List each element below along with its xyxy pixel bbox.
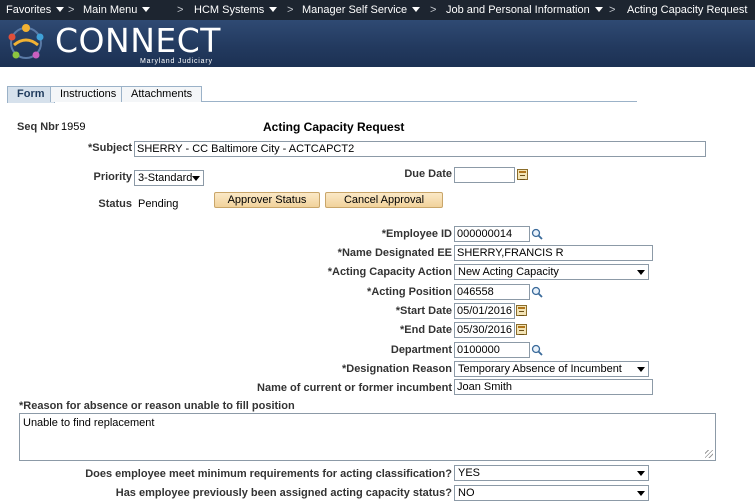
start-date-input[interactable]: 05/01/2016 — [454, 303, 515, 319]
search-icon[interactable] — [531, 344, 543, 356]
end-date-input[interactable]: 05/30/2016 — [454, 322, 515, 338]
nav-hcm-systems[interactable]: HCM Systems — [194, 0, 278, 20]
subject-input[interactable]: SHERRY - CC Baltimore City - ACTCAPCT2 — [134, 141, 706, 157]
tab-attachments[interactable]: Attachments — [121, 86, 203, 102]
chevron-down-icon — [412, 7, 421, 12]
nav-main-menu[interactable]: Main Menu — [83, 0, 151, 20]
status-value: Pending — [138, 198, 179, 210]
employee-id-input[interactable]: 000000014 — [454, 226, 530, 242]
due-date-input[interactable] — [454, 167, 515, 183]
designation-reason-select-value: Temporary Absence of Incumbent — [458, 363, 622, 375]
priority-select[interactable]: 3-Standard — [134, 170, 204, 186]
chevron-down-icon — [56, 7, 65, 12]
designation-reason-select[interactable]: Temporary Absence of Incumbent — [454, 361, 649, 377]
tab-form-label: Form — [17, 88, 45, 100]
calendar-icon[interactable] — [517, 169, 528, 180]
seq-nbr-label: Seq Nbr — [17, 121, 60, 133]
approver-status-button[interactable]: Approver Status — [214, 192, 320, 208]
name-designated-label: *Name Designated EE — [337, 247, 452, 259]
resize-grip-icon[interactable] — [705, 450, 713, 458]
calendar-icon[interactable] — [516, 324, 527, 335]
search-icon[interactable] — [531, 228, 543, 240]
top-navigation-bar: Favorites > Main Menu > HCM Systems > Ma… — [0, 0, 755, 20]
acting-action-select[interactable]: New Acting Capacity — [454, 264, 649, 280]
priority-select-value: 3-Standard — [138, 172, 193, 184]
prev-assigned-select[interactable]: NO — [454, 485, 649, 501]
acting-action-label: *Acting Capacity Action — [327, 266, 452, 278]
logo-text: CONNECT — [55, 21, 221, 60]
due-date-label: Due Date — [404, 168, 452, 180]
nav-acting-capacity-request[interactable]: Acting Capacity Request — [627, 0, 747, 20]
chevron-down-icon — [637, 367, 645, 372]
incumbent-label: Name of current or former incumbent — [257, 382, 452, 394]
acting-position-label: *Acting Position — [367, 286, 452, 298]
tab-bar: Form Instructions Attachments — [7, 86, 637, 103]
department-input[interactable]: 0100000 — [454, 342, 530, 358]
cancel-approval-button[interactable]: Cancel Approval — [325, 192, 443, 208]
nav-job-personal-info[interactable]: Job and Personal Information — [446, 0, 603, 20]
header-banner: CONNECT Maryland Judiciary — [0, 20, 755, 67]
prev-assigned-select-value: NO — [458, 487, 475, 499]
acting-position-input[interactable]: 046558 — [454, 284, 530, 300]
priority-label: Priority — [93, 171, 132, 183]
min-req-select[interactable]: YES — [454, 465, 649, 481]
reason-absence-label: *Reason for absence or reason unable to … — [19, 400, 295, 412]
chevron-down-icon — [637, 471, 645, 476]
status-label: Status — [98, 198, 132, 210]
breadcrumb-separator: > — [609, 4, 616, 16]
employee-id-label: *Employee ID — [381, 228, 452, 240]
connect-logo-icon — [8, 24, 44, 59]
seq-nbr-value: 1959 — [61, 121, 86, 133]
chevron-down-icon — [192, 176, 200, 181]
prev-assigned-label: Has employee previously been assigned ac… — [115, 487, 452, 499]
nav-job-personal-info-label: Job and Personal Information — [446, 4, 590, 16]
nav-main-menu-label: Main Menu — [83, 4, 138, 16]
chevron-down-icon — [269, 7, 278, 12]
breadcrumb-separator: > — [177, 4, 184, 16]
nav-acting-capacity-request-label: Acting Capacity Request — [627, 4, 748, 16]
breadcrumb-separator: > — [430, 4, 437, 16]
department-label: Department — [390, 344, 452, 356]
reason-absence-textarea[interactable]: Unable to find replacement — [19, 413, 716, 461]
min-req-select-value: YES — [458, 467, 481, 479]
end-date-label: *End Date — [400, 324, 452, 336]
chevron-down-icon — [637, 491, 645, 496]
tab-instructions[interactable]: Instructions — [50, 86, 127, 102]
nav-manager-self-service-label: Manager Self Service — [302, 4, 408, 16]
nav-hcm-systems-label: HCM Systems — [194, 4, 265, 16]
logo-subtitle: Maryland Judiciary — [140, 58, 213, 65]
tab-instructions-label: Instructions — [60, 88, 117, 100]
min-req-label: Does employee meet minimum requirements … — [85, 468, 452, 480]
name-designated-input[interactable]: SHERRY,FRANCIS R — [454, 245, 653, 261]
start-date-label: *Start Date — [395, 305, 452, 317]
search-icon[interactable] — [531, 286, 543, 298]
tab-attachments-label: Attachments — [131, 88, 193, 100]
breadcrumb-separator: > — [287, 4, 294, 16]
tab-form[interactable]: Form — [7, 86, 55, 103]
nav-manager-self-service[interactable]: Manager Self Service — [302, 0, 421, 20]
incumbent-input[interactable]: Joan Smith — [454, 379, 653, 395]
designation-reason-label: *Designation Reason — [341, 363, 452, 375]
chevron-down-icon — [142, 7, 151, 12]
acting-action-select-value: New Acting Capacity — [458, 266, 559, 278]
breadcrumb-separator: > — [68, 4, 75, 16]
chevron-down-icon — [594, 7, 603, 12]
page-title: Acting Capacity Request — [263, 120, 405, 134]
chevron-down-icon — [637, 270, 645, 275]
calendar-icon[interactable] — [516, 305, 527, 316]
reason-absence-value: Unable to find replacement — [23, 417, 155, 429]
nav-favorites-label: Favorites — [6, 4, 52, 16]
nav-favorites[interactable]: Favorites — [6, 0, 65, 20]
subject-label: *Subject — [87, 142, 132, 154]
